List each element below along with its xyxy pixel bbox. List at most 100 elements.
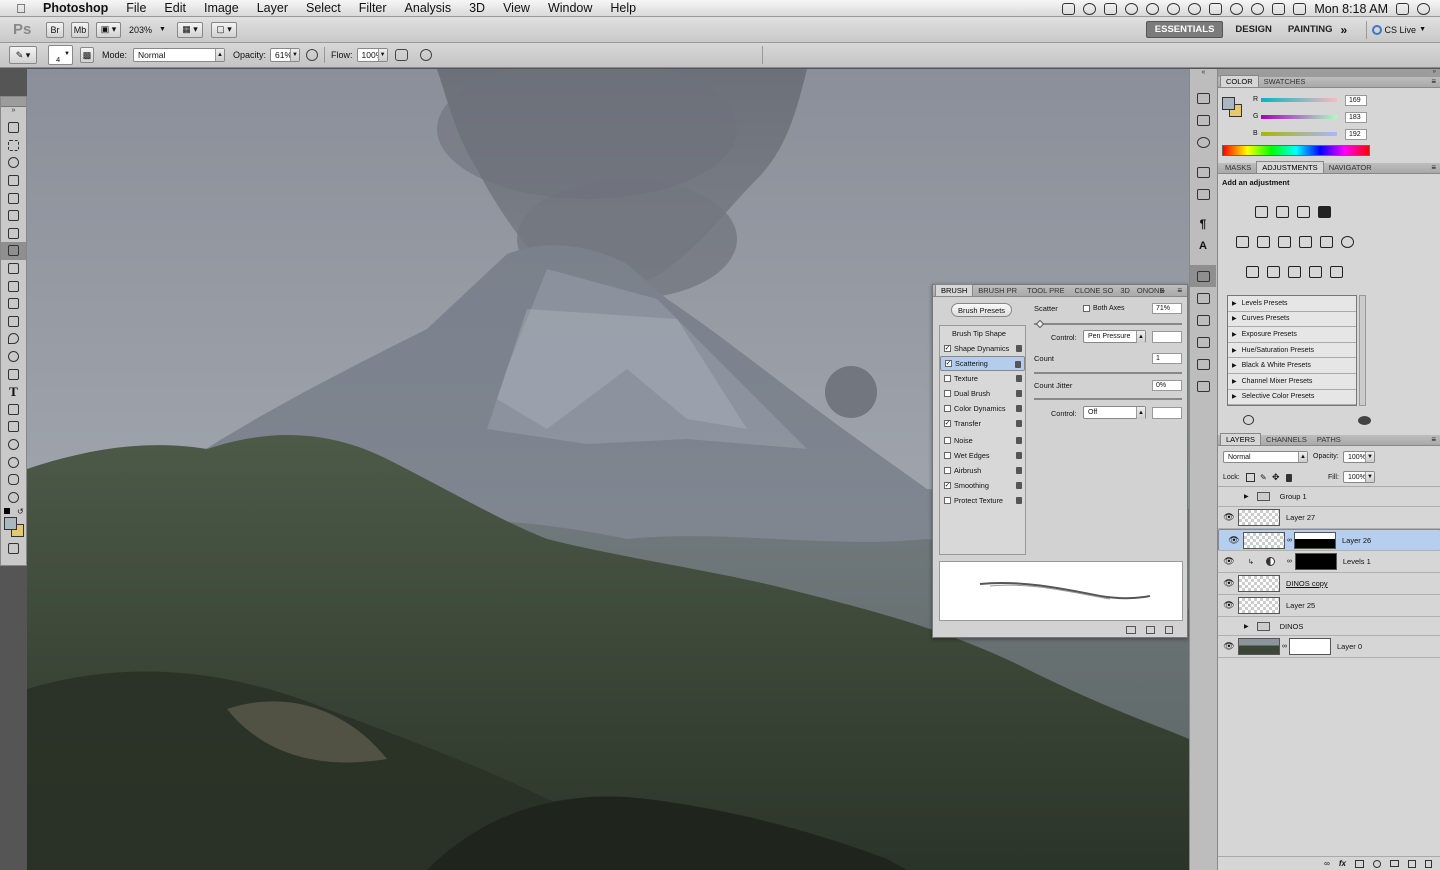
channel-mixer-icon[interactable] [1341,236,1354,248]
path-selection-tool[interactable] [1,401,26,419]
menu-analysis[interactable]: Analysis [396,1,461,15]
menu-edit[interactable]: Edit [155,1,195,15]
new-preset-icon[interactable] [1165,626,1173,634]
visibility-toggle[interactable] [1222,621,1236,631]
disclosure-triangle-icon[interactable]: ▶ [1244,493,1249,500]
layer-row-layer-25[interactable]: 👁 Layer 25 [1218,595,1440,617]
panel-menu-icon[interactable]: ≡ [1177,286,1182,295]
default-colors-icon[interactable] [4,508,10,515]
menu-view[interactable]: View [494,1,539,15]
pen-tool[interactable] [1,365,26,383]
vibrance-icon[interactable] [1236,236,1249,248]
workspace-painting[interactable]: PAINTING [1280,24,1341,35]
visibility-toggle[interactable] [1222,492,1236,502]
hue-saturation-icon[interactable] [1257,236,1270,248]
levels-icon[interactable] [1276,206,1289,218]
layers-menu-icon[interactable]: ≡ [1431,435,1436,444]
tab-navigator[interactable]: NAVIGATOR [1324,162,1377,173]
brush-tool[interactable] [1,242,26,260]
cs-live-button[interactable]: CS Live [1385,25,1417,35]
layer-row-layer-0[interactable]: 👁 ∞ Layer 0 [1218,636,1440,658]
dock-collapse-icon[interactable]: « [1190,69,1217,79]
tab-clone-source[interactable]: CLONE SO [1070,285,1119,296]
option-transfer[interactable]: ✓ Transfer [940,416,1025,431]
lock-icon[interactable] [1015,361,1021,368]
r-slider[interactable] [1261,98,1337,102]
menu-help[interactable]: Help [601,1,645,15]
view-extras-button[interactable]: ▣ ▾ [96,21,121,38]
color-panel-menu-icon[interactable]: ≡ [1431,77,1436,86]
tab-layers[interactable]: LAYERS [1220,433,1262,445]
menu-clock[interactable]: Mon 8:18 AM [1314,2,1388,16]
dock-tool-presets[interactable] [1190,309,1216,331]
panel-expand-icon[interactable]: » [1161,286,1165,295]
checkbox[interactable] [944,375,951,382]
zoom-level[interactable]: 203% [129,25,159,35]
option-dual-brush[interactable]: Dual Brush [940,386,1025,401]
both-axes-checkbox[interactable]: Both Axes [1083,305,1125,312]
foreground-color-swatch[interactable] [4,517,17,531]
scatter-value-field[interactable]: 71% [1152,303,1182,314]
cs-live-dropdown-icon[interactable]: ▼ [1419,26,1426,33]
lock-icon[interactable] [1016,405,1022,412]
gradient-tool[interactable] [1,313,26,331]
r-value-field[interactable]: 169 [1345,95,1367,106]
crop-tool[interactable] [1,189,26,207]
move-tool[interactable] [1,119,26,137]
eye-icon[interactable]: 👁 [1222,578,1236,589]
photo-filter-icon[interactable] [1320,236,1333,248]
option-noise[interactable]: Noise [940,433,1025,448]
preset-channel-mixer[interactable]: ▶ Channel Mixer Presets [1228,373,1356,390]
lock-icon[interactable] [1016,452,1022,459]
lock-icon[interactable] [1016,420,1022,427]
color-balance-icon[interactable] [1278,236,1291,248]
preset-levels[interactable]: ▶ Levels Presets [1228,296,1356,312]
lock-icon[interactable] [1016,467,1022,474]
eye-icon[interactable]: 👁 [1222,600,1236,611]
gradient-map-icon[interactable] [1309,266,1322,278]
type-tool[interactable]: T [1,383,26,401]
arrange-documents-button[interactable]: ▦ ▾ [177,21,203,38]
layer-style-icon[interactable]: fx [1339,859,1346,868]
tab-masks[interactable]: MASKS [1220,162,1256,173]
link-layers-icon[interactable]: ∞ [1324,859,1330,868]
menu-file[interactable]: File [117,1,155,15]
menu-image[interactable]: Image [195,1,248,15]
layer-opacity-field[interactable]: 100% ▼ [1343,451,1375,463]
launch-bridge-button[interactable]: Br [46,21,64,38]
opacity-field[interactable]: 61% ▼ [270,48,301,62]
dodge-tool[interactable] [1,348,26,366]
screen-mode-button[interactable]: ▢ ▾ [211,21,237,38]
marquee-tool[interactable] [1,137,26,155]
option-airbrush[interactable]: Airbrush [940,463,1025,478]
control-extra-field[interactable] [1152,331,1182,343]
toolbox-expand-icon[interactable]: » [1,107,26,119]
blend-mode-select[interactable]: Normal ▲ [1223,451,1308,463]
checkbox[interactable] [944,467,951,474]
preset-exposure[interactable]: ▶ Exposure Presets [1228,327,1356,343]
screen-capture-icon[interactable] [1062,2,1076,15]
curves-icon[interactable] [1297,206,1310,218]
tab-3d[interactable]: 3D [1118,285,1132,296]
count-slider[interactable] [1034,372,1182,374]
checkbox[interactable] [944,405,951,412]
healing-brush-tool[interactable] [1,225,26,243]
color-spectrum-ramp[interactable] [1222,145,1370,156]
threshold-icon[interactable] [1288,266,1301,278]
checkbox[interactable] [944,437,951,444]
menu-3d[interactable]: 3D [460,1,494,15]
apple-icon[interactable]:  [14,1,28,16]
clip-to-layer-icon[interactable] [1243,415,1254,425]
3d-rotate-tool[interactable] [1,436,26,454]
adjustments-menu-icon[interactable]: ≡ [1431,163,1436,172]
new-adjustment-layer-icon[interactable] [1373,859,1381,868]
3d-orbit-tool[interactable] [1,453,26,471]
bluetooth-icon[interactable] [1230,2,1244,15]
count-value-field[interactable]: 1 [1152,353,1182,364]
eye-icon[interactable]: 👁 [1222,556,1236,567]
spotlight-search-icon[interactable] [1417,2,1430,15]
new-group-icon[interactable] [1390,860,1399,867]
clone-stamp-tool[interactable] [1,260,26,278]
launch-minibridge-button[interactable]: Mb [71,21,89,38]
count-jitter-slider[interactable] [1034,398,1182,400]
